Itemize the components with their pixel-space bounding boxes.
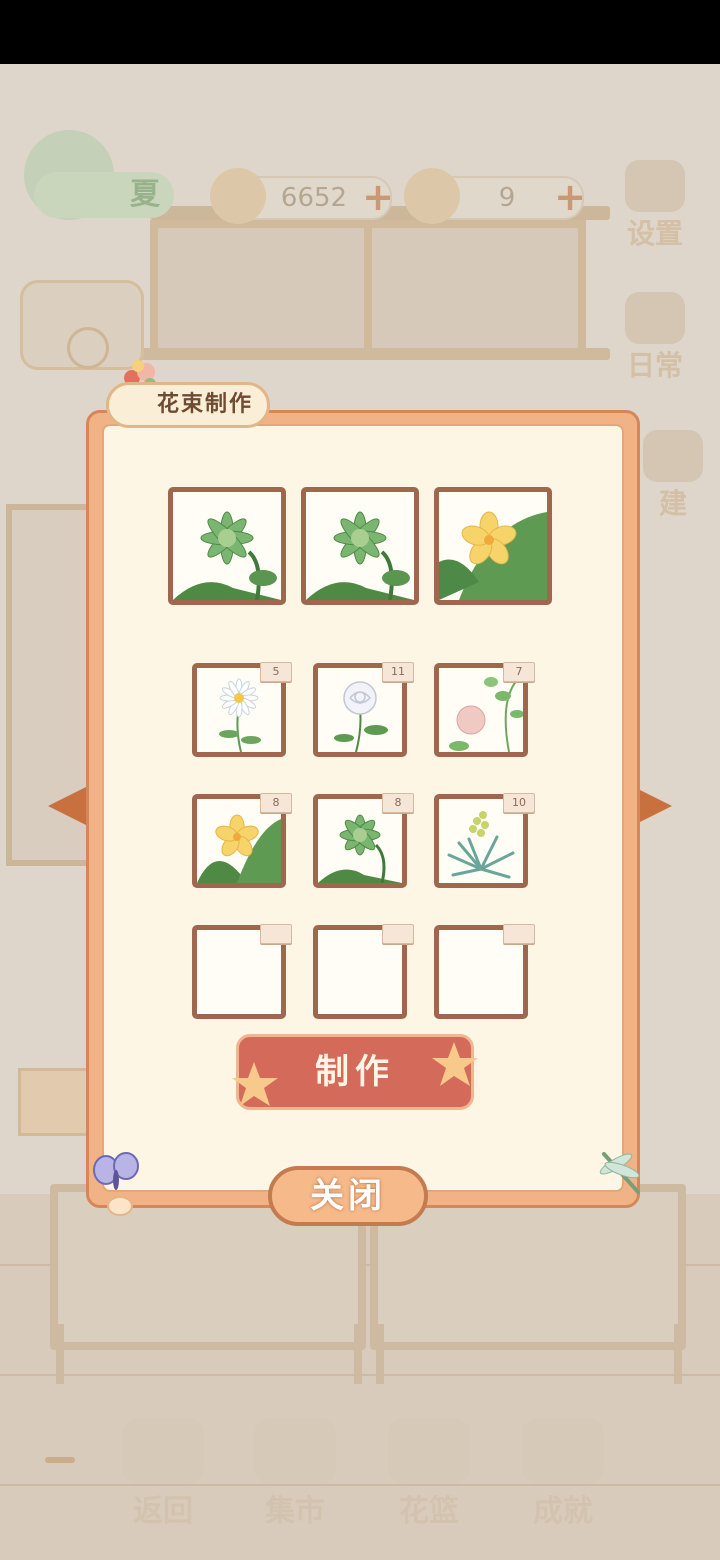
bouquet-slot[interactable] — [301, 487, 419, 605]
close-button[interactable]: 关闭 — [268, 1166, 428, 1226]
star-decoration-icon — [232, 1062, 278, 1106]
item-count-badge: 8 — [260, 793, 292, 813]
item-count-badge — [503, 924, 535, 944]
item-count-badge: 11 — [382, 662, 414, 682]
item-count-badge: 5 — [260, 662, 292, 682]
status-bar — [0, 0, 720, 64]
close-label: 关闭 — [310, 1176, 386, 1216]
item-count-badge: 8 — [382, 793, 414, 813]
green-star-flower-icon — [306, 511, 414, 600]
butterfly-icon — [93, 1152, 139, 1216]
dragonfly-icon — [599, 1152, 640, 1194]
yellow-frangipani-icon — [439, 511, 547, 600]
bouquet-slot[interactable] — [434, 487, 552, 605]
make-bouquet-label: 制作 — [315, 1052, 395, 1092]
item-count-badge: 7 — [503, 662, 535, 682]
item-count-badge: 10 — [503, 793, 535, 813]
dialog-title: 花束制作 — [106, 382, 270, 428]
green-star-flower-icon — [173, 511, 281, 600]
bouquet-slot[interactable] — [168, 487, 286, 605]
item-count-badge — [382, 924, 414, 944]
star-decoration-icon — [432, 1042, 478, 1086]
item-count-badge — [260, 924, 292, 944]
